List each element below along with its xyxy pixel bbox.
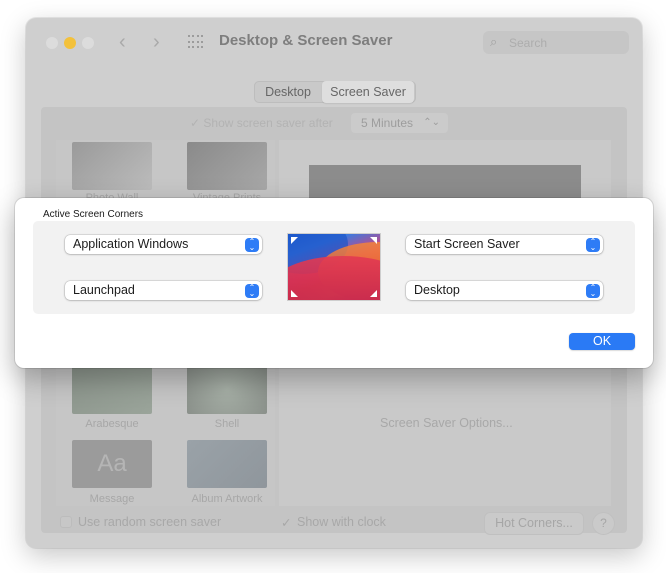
message-thumb-text: Aa [97, 450, 127, 477]
message-thumb[interactable]: Aa [72, 440, 152, 488]
hot-corners-button[interactable]: Hot Corners... [485, 513, 583, 534]
hot-corners-dialog: Active Screen Corners Application Window… [15, 198, 653, 368]
saver-label-shell: Shell [214, 418, 240, 430]
dialog-title: Active Screen Corners [43, 209, 144, 220]
forward-arrow-icon[interactable]: › [153, 31, 160, 54]
minimize-button[interactable] [64, 37, 76, 49]
photo-wall-thumb[interactable] [72, 142, 152, 190]
bottom-right-corner-popup[interactable]: Desktop ⌃ ⌄ [406, 281, 603, 300]
bottom-left-corner-popup[interactable]: Launchpad ⌃ ⌄ [65, 281, 262, 300]
show-clock-label: Show with clock [297, 515, 386, 529]
bottom-left-corner-value: Launchpad [73, 283, 135, 297]
saver-label-album-artwork: Album Artwork [191, 493, 263, 505]
chevron-updown-icon: ⌃⌄ [423, 117, 440, 128]
search-placeholder: Search [509, 36, 548, 50]
show-after-label[interactable]: ✓ Show screen saver after [190, 116, 333, 130]
chevron-updown-icon: ⌃⌄ [245, 237, 259, 252]
bottom-right-corner-value: Desktop [414, 283, 460, 297]
top-left-corner-popup[interactable]: Application Windows ⌃ ⌄ [65, 235, 262, 254]
ok-button[interactable]: OK [569, 333, 635, 350]
saver-label-message: Message [89, 493, 135, 505]
corner-arrow-icon [370, 237, 377, 244]
window-title: Desktop & Screen Saver [219, 32, 393, 49]
corner-arrow-icon [291, 290, 298, 297]
chevron-updown-icon: ⌃⌄ [586, 237, 600, 252]
top-right-corner-popup[interactable]: Start Screen Saver ⌃ ⌄ [406, 235, 603, 254]
chevron-updown-icon: ⌃⌄ [586, 283, 600, 298]
random-saver-checkbox[interactable] [60, 516, 72, 528]
top-left-corner-value: Application Windows [73, 237, 189, 251]
preview-image [309, 165, 581, 201]
chevron-updown-icon: ⌃⌄ [245, 283, 259, 298]
show-all-grid-icon[interactable] [188, 35, 203, 50]
tab-bar: Desktop Screen Saver [254, 81, 416, 103]
tab-screen-saver[interactable]: Screen Saver [322, 81, 414, 103]
back-arrow-icon[interactable]: ‹ [119, 31, 126, 54]
search-icon: ⌕ [490, 34, 498, 49]
zoom-button[interactable] [82, 37, 94, 49]
saver-label-arabesque: Arabesque [85, 418, 139, 430]
corner-arrow-icon [291, 237, 298, 244]
close-button[interactable] [46, 37, 58, 49]
shell-thumb[interactable] [187, 366, 267, 414]
top-right-corner-value: Start Screen Saver [414, 237, 520, 251]
random-saver-label: Use random screen saver [78, 515, 222, 529]
show-after-value: 5 Minutes [361, 116, 414, 130]
show-clock-checkmark-icon[interactable]: ✓ [281, 515, 291, 530]
search-field[interactable]: ⌕ Search [483, 31, 629, 54]
show-after-popup[interactable]: 5 Minutes ⌃⌄ [351, 113, 448, 133]
screen-saver-options-button[interactable]: Screen Saver Options... [380, 416, 513, 430]
arabesque-thumb[interactable] [72, 366, 152, 414]
desktop-preview-image [288, 234, 380, 300]
vintage-prints-thumb[interactable] [187, 142, 267, 190]
help-button[interactable]: ? [593, 513, 614, 534]
tab-desktop[interactable]: Desktop [256, 81, 320, 103]
corner-arrow-icon [370, 290, 377, 297]
album-artwork-thumb[interactable] [187, 440, 267, 488]
